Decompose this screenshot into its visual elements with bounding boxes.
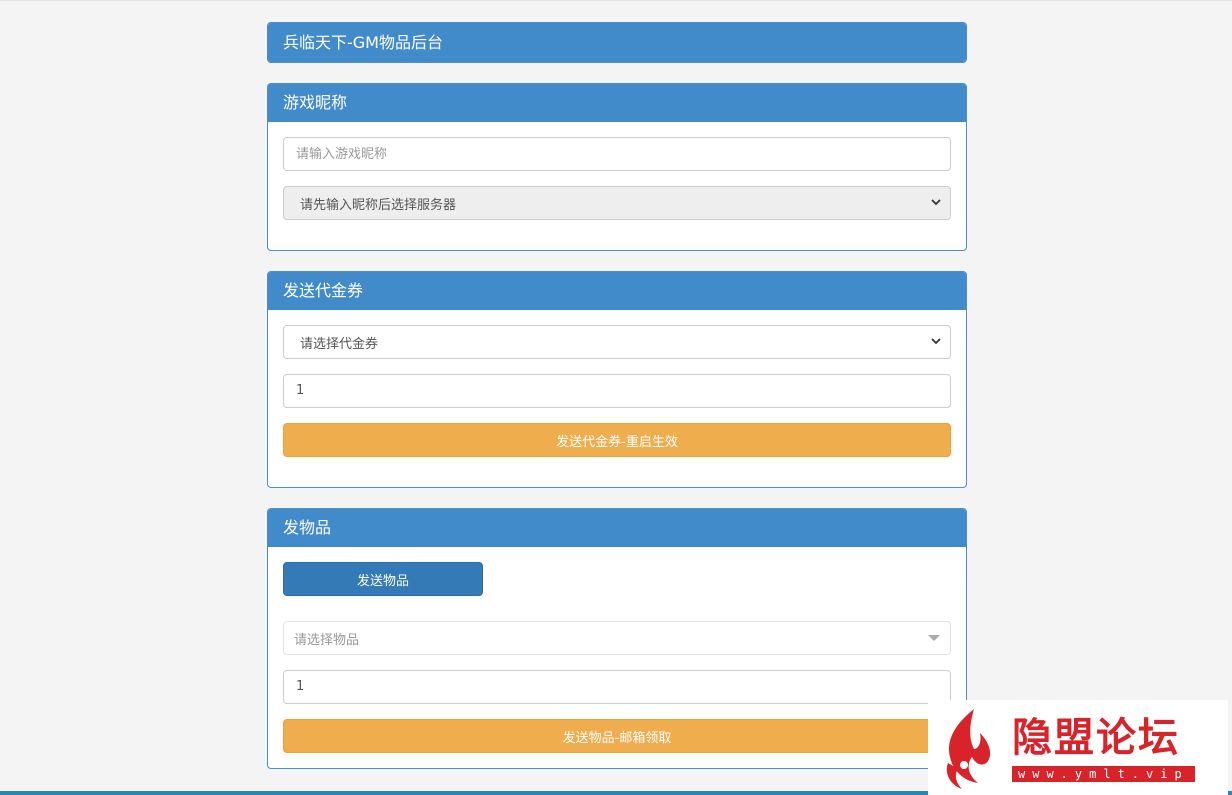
watermark-text: 隐盟论坛 www.ymlt.vip <box>1012 714 1195 782</box>
top-divider <box>0 0 1232 1</box>
voucher-panel: 发送代金券 请选择代金券 1 发送代金券-重启生效 <box>267 271 967 488</box>
item-quantity-input[interactable]: 1 <box>283 670 951 704</box>
item-select-placeholder: 请选择物品 <box>294 632 360 648</box>
send-item-button[interactable]: 发送物品-邮箱领取 <box>283 719 951 753</box>
item-panel-body: 发送物品 请选择物品 1 发送物品-邮箱领取 <box>268 547 966 768</box>
nickname-panel-body: 请先输入昵称后选择服务器 <box>268 122 966 250</box>
title-panel: 兵临天下-GM物品后台 <box>267 22 967 63</box>
main-container: 兵临天下-GM物品后台 游戏昵称 请先输入昵称后选择服务器 发送代金券 请选择代… <box>267 22 967 789</box>
item-panel: 发物品 发送物品 请选择物品 1 发送物品-邮箱领取 <box>267 508 967 769</box>
voucher-panel-title: 发送代金券 <box>268 272 966 310</box>
send-voucher-button[interactable]: 发送代金券-重启生效 <box>283 423 951 457</box>
caret-down-icon <box>928 635 940 641</box>
send-items-tab-button[interactable]: 发送物品 <box>283 562 483 596</box>
nickname-panel: 游戏昵称 请先输入昵称后选择服务器 <box>267 83 967 251</box>
nickname-panel-title: 游戏昵称 <box>268 84 966 122</box>
item-select[interactable]: 请选择物品 <box>283 621 951 655</box>
nickname-input[interactable] <box>283 137 951 171</box>
chevron-down-icon <box>930 196 942 211</box>
voucher-quantity-input[interactable]: 1 <box>283 374 951 408</box>
server-select-value: 请先输入昵称后选择服务器 <box>300 197 457 213</box>
item-panel-title: 发物品 <box>268 509 966 547</box>
flame-logo-icon <box>946 708 991 789</box>
voucher-select[interactable]: 请选择代金券 <box>283 325 951 359</box>
page-title: 兵临天下-GM物品后台 <box>268 23 966 62</box>
voucher-select-value: 请选择代金券 <box>300 336 379 352</box>
watermark-name: 隐盟论坛 <box>1012 713 1180 761</box>
watermark-url: www.ymlt.vip <box>1012 765 1195 782</box>
server-select[interactable]: 请先输入昵称后选择服务器 <box>283 186 951 220</box>
voucher-panel-body: 请选择代金券 1 发送代金券-重启生效 <box>268 310 966 487</box>
watermark: 隐盟论坛 www.ymlt.vip <box>928 700 1228 795</box>
chevron-down-icon <box>930 335 942 350</box>
